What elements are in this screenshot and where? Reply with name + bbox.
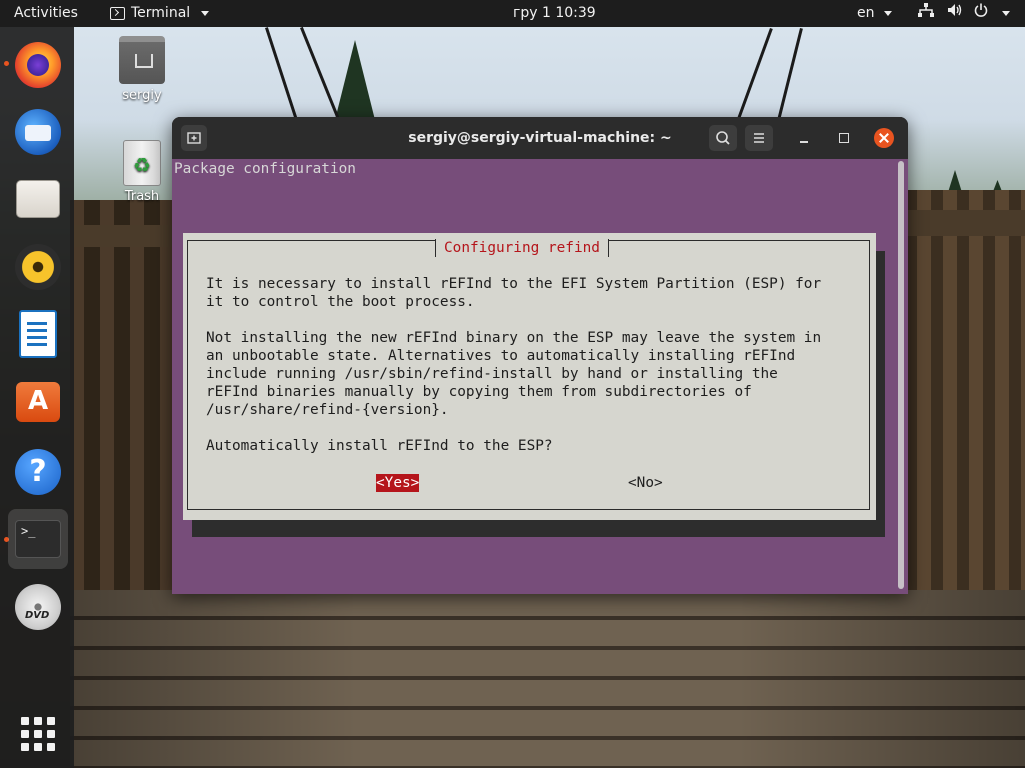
app-menu-button[interactable]: Terminal: [110, 0, 210, 27]
help-icon: ?: [15, 449, 61, 495]
dvd-icon: DVD: [15, 584, 61, 630]
terminal-content[interactable]: Package configuration Configuring refind…: [172, 159, 908, 594]
desktop-icon-label: sergiy: [122, 88, 162, 103]
volume-icon[interactable]: [947, 0, 963, 27]
writer-icon: [19, 310, 57, 358]
dock-item-terminal[interactable]: >_: [8, 509, 68, 569]
power-icon[interactable]: [974, 0, 988, 27]
network-icon[interactable]: [918, 0, 934, 27]
dock-item-dvd[interactable]: DVD: [8, 577, 68, 637]
dialog-title: Configuring refind: [435, 239, 609, 257]
rhythmbox-icon: [15, 244, 61, 290]
dialog-frame: Configuring refind It is necessary to in…: [187, 239, 870, 510]
desktop-home-folder[interactable]: sergiy: [107, 36, 177, 103]
dock-item-help[interactable]: ?: [8, 442, 68, 502]
dock-item-thunderbird[interactable]: [8, 102, 68, 162]
desktop-icon-label: Trash: [124, 189, 160, 204]
hamburger-icon: [754, 133, 764, 143]
show-applications-icon[interactable]: [21, 717, 55, 751]
terminal-icon: >_: [15, 520, 61, 558]
desktop-trash[interactable]: ♻ Trash: [107, 140, 177, 204]
chevron-down-icon: [883, 10, 892, 16]
scrollbar[interactable]: [898, 161, 904, 589]
yes-button[interactable]: <Yes>: [376, 474, 420, 492]
terminal-window: sergiy@sergiy-virtual-machine: ~ Package…: [172, 117, 908, 594]
home-folder-icon: [119, 36, 165, 84]
debconf-dialog: Configuring refind It is necessary to in…: [183, 233, 876, 520]
dock-item-files[interactable]: [8, 169, 68, 229]
system-menu-button[interactable]: [997, 0, 1010, 27]
firefox-icon: [15, 42, 61, 88]
package-configuration-header: Package configuration: [174, 161, 356, 177]
dock-item-firefox[interactable]: [8, 35, 68, 95]
maximize-button[interactable]: [834, 128, 854, 148]
dock-item-software[interactable]: A: [8, 372, 68, 432]
dock-item-writer[interactable]: [8, 304, 68, 364]
chevron-down-icon: [1002, 10, 1010, 16]
dialog-message: It is necessary to install rEFInd to the…: [206, 276, 822, 454]
top-bar: Activities Terminal гру 1 10:39 en: [0, 0, 1025, 27]
clock[interactable]: гру 1 10:39: [513, 0, 596, 27]
language-label: en: [857, 5, 875, 21]
window-titlebar[interactable]: sergiy@sergiy-virtual-machine: ~: [172, 117, 908, 159]
search-button[interactable]: [709, 125, 737, 151]
software-icon: A: [16, 382, 60, 422]
minimize-button[interactable]: [794, 128, 814, 148]
chevron-down-icon: [201, 11, 210, 16]
language-indicator[interactable]: en: [857, 0, 892, 27]
hamburger-menu-button[interactable]: [745, 125, 773, 151]
files-icon: [16, 180, 60, 218]
dock-item-rhythmbox[interactable]: [8, 237, 68, 297]
terminal-icon: [110, 7, 125, 20]
thunderbird-icon: [15, 109, 61, 155]
activities-button[interactable]: Activities: [14, 0, 78, 27]
no-button[interactable]: <No>: [628, 474, 663, 492]
trash-icon: ♻: [123, 140, 161, 186]
close-button[interactable]: [874, 128, 894, 148]
app-menu-label: Terminal: [131, 5, 191, 21]
search-icon: [716, 131, 730, 145]
dock: A ? >_ DVD: [0, 27, 74, 768]
